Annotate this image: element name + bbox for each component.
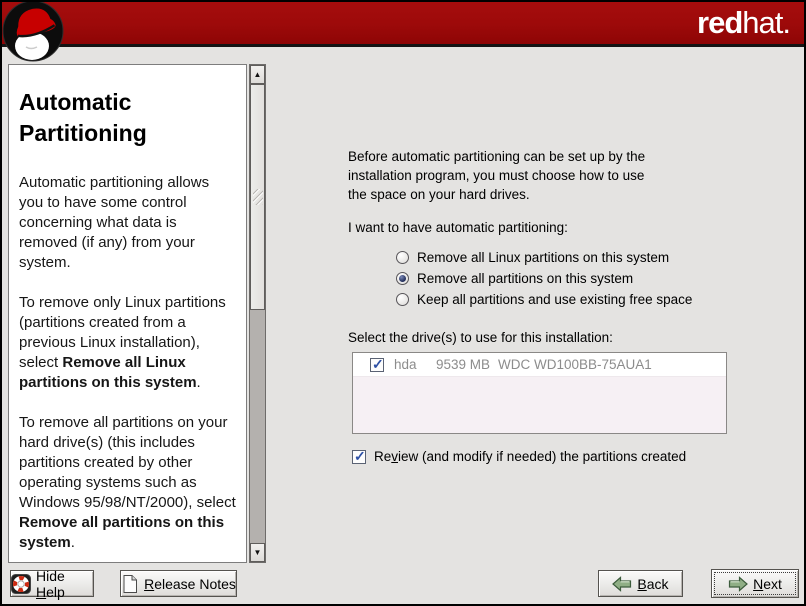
radio-label: Remove all partitions on this system xyxy=(417,271,633,286)
help-text: . xyxy=(71,534,75,551)
back-button[interactable]: Back xyxy=(598,570,683,597)
intro-line: the space on your hard drives. xyxy=(348,185,645,204)
header-bar: redhat. xyxy=(0,0,806,47)
help-title: Automatic Partitioning xyxy=(19,87,236,149)
help-text: Automatic partitioning allows you to hav… xyxy=(19,174,209,271)
scroll-up-icon[interactable]: ▲ xyxy=(250,65,265,84)
back-arrow-icon xyxy=(612,576,632,592)
document-icon xyxy=(121,574,139,594)
scrollbar-thumb[interactable] xyxy=(250,84,265,310)
hide-help-button[interactable]: Hide Help xyxy=(10,570,94,597)
installer-window: redhat. Automatic Partitioning Automatic… xyxy=(0,0,806,606)
radio-icon[interactable] xyxy=(396,272,409,285)
release-notes-button[interactable]: Release Notes xyxy=(120,570,237,597)
scroll-down-icon[interactable]: ▼ xyxy=(250,543,265,562)
review-partitions-option[interactable]: Review (and modify if needed) the partit… xyxy=(352,449,686,464)
hide-help-label: Hide Help xyxy=(36,568,93,600)
review-label: Review (and modify if needed) the partit… xyxy=(374,449,686,464)
radio-remove-linux-partitions[interactable]: Remove all Linux partitions on this syst… xyxy=(396,247,692,268)
help-scrollbar[interactable]: ▲ ▼ xyxy=(249,64,266,563)
next-arrow-icon xyxy=(728,576,748,592)
back-label: Back xyxy=(637,576,668,592)
radio-icon[interactable] xyxy=(396,293,409,306)
intro-line: Before automatic partitioning can be set… xyxy=(348,147,645,166)
redhat-wordmark: redhat. xyxy=(697,5,790,41)
radio-keep-all-partitions[interactable]: Keep all partitions and use existing fre… xyxy=(396,289,692,310)
radio-remove-all-partitions[interactable]: Remove all partitions on this system xyxy=(396,268,692,289)
release-notes-label: Release Notes xyxy=(144,576,236,592)
help-text: . xyxy=(197,374,201,391)
partitioning-radio-group: Remove all Linux partitions on this syst… xyxy=(396,247,692,310)
intro-line: installation program, you must choose ho… xyxy=(348,166,645,185)
life-preserver-icon xyxy=(11,574,31,594)
drive-size: 9539 MB xyxy=(436,357,496,372)
radio-label: Keep all partitions and use existing fre… xyxy=(417,292,692,307)
help-paragraph: To remove only Linux partitions (partiti… xyxy=(19,293,236,393)
review-checkbox[interactable] xyxy=(352,450,366,464)
drive-select-label: Select the drive(s) to use for this inst… xyxy=(348,330,613,345)
help-paragraph: To remove all partitions on your hard dr… xyxy=(19,413,236,553)
drive-checkbox[interactable] xyxy=(370,358,384,372)
intro-text: Before automatic partitioning can be set… xyxy=(348,147,645,204)
drive-device: hda xyxy=(394,357,436,372)
next-label: Next xyxy=(753,576,782,592)
help-paragraph: Automatic partitioning allows you to hav… xyxy=(19,173,236,273)
review-label-post: iew (and modify if needed) the partition… xyxy=(398,449,686,464)
next-button[interactable]: Next xyxy=(711,569,799,598)
review-label-mnemonic: v xyxy=(391,449,398,464)
help-text-bold: Remove all partitions on this system xyxy=(19,514,224,551)
radio-icon[interactable] xyxy=(396,251,409,264)
partitioning-prompt: I want to have automatic partitioning: xyxy=(348,220,568,235)
brand-rest: hat. xyxy=(742,5,790,40)
brand-bold: red xyxy=(697,5,742,40)
redhat-shadowman-logo-icon xyxy=(2,0,64,62)
review-label-pre: Re xyxy=(374,449,391,464)
drive-row-hda[interactable]: hda 9539 MB WDC WD100BB-75AUA1 xyxy=(353,353,726,377)
drive-model: WDC WD100BB-75AUA1 xyxy=(498,357,652,372)
radio-label: Remove all Linux partitions on this syst… xyxy=(417,250,669,265)
help-text: To remove all partitions on your hard dr… xyxy=(19,414,236,511)
drive-list[interactable]: hda 9539 MB WDC WD100BB-75AUA1 xyxy=(352,352,727,434)
scrollbar-grip-icon xyxy=(253,189,263,205)
help-panel: Automatic Partitioning Automatic partiti… xyxy=(8,64,247,563)
